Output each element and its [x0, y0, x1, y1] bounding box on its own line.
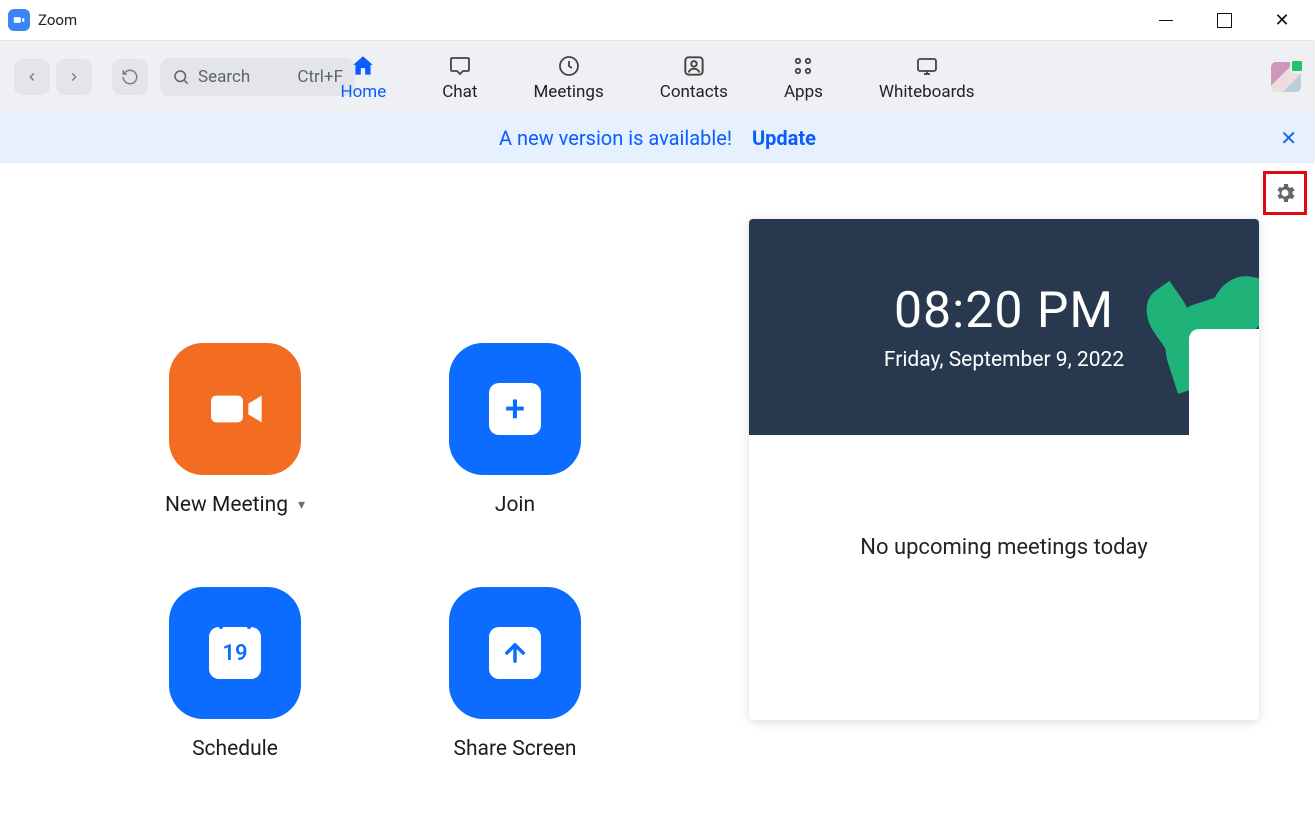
new-meeting-action: New Meeting ▾ — [150, 343, 320, 517]
join-label: Join — [495, 493, 535, 517]
tab-apps[interactable]: Apps — [784, 52, 823, 102]
clock-icon — [557, 52, 581, 80]
clock-time: 08:20 PM — [894, 282, 1114, 340]
search-icon — [172, 68, 190, 86]
right-panel: 08:20 PM Friday, September 9, 2022 No up… — [655, 163, 1315, 817]
tab-home[interactable]: Home — [340, 52, 386, 102]
home-icon — [350, 52, 376, 80]
contacts-icon — [681, 52, 707, 80]
schedule-action: 19 Schedule — [150, 587, 320, 761]
schedule-label: Schedule — [192, 737, 278, 761]
action-grid: New Meeting ▾ + Join 19 Schedule — [0, 163, 655, 817]
tab-chat[interactable]: Chat — [442, 52, 477, 102]
update-banner: A new version is available! Update ✕ — [0, 113, 1315, 163]
share-screen-action: Share Screen — [430, 587, 600, 761]
whiteboard-icon — [914, 52, 940, 80]
upload-arrow-icon — [489, 627, 541, 679]
banner-message: A new version is available! — [499, 126, 732, 150]
zoom-logo-icon — [8, 9, 30, 31]
title-bar: Zoom — [0, 0, 1315, 40]
tab-contacts[interactable]: Contacts — [660, 52, 728, 102]
window-controls — [1151, 10, 1307, 31]
maximize-button[interactable] — [1209, 10, 1239, 30]
plant-decoration — [1139, 265, 1259, 435]
new-meeting-button[interactable] — [169, 343, 301, 475]
nav-back-button[interactable] — [14, 59, 50, 95]
profile-avatar[interactable] — [1271, 62, 1301, 92]
video-icon — [203, 377, 267, 441]
history-button[interactable] — [112, 59, 148, 95]
nav-forward-button[interactable] — [56, 59, 92, 95]
nav-tabs: Home Chat Meetings Contacts Apps Whitebo… — [340, 41, 974, 113]
search-input[interactable]: Search Ctrl+F — [160, 58, 355, 96]
info-card: 08:20 PM Friday, September 9, 2022 No up… — [749, 219, 1259, 720]
banner-close-button[interactable]: ✕ — [1280, 126, 1297, 150]
tab-meetings[interactable]: Meetings — [533, 52, 603, 102]
chat-icon — [448, 52, 472, 80]
update-link[interactable]: Update — [752, 126, 816, 150]
schedule-button[interactable]: 19 — [169, 587, 301, 719]
share-screen-label: Share Screen — [454, 737, 577, 761]
search-placeholder: Search — [198, 67, 250, 87]
main-toolbar: Search Ctrl+F Home Chat Meetings Contact… — [0, 40, 1315, 113]
settings-button[interactable] — [1263, 171, 1307, 215]
search-shortcut: Ctrl+F — [297, 67, 343, 87]
apps-icon — [791, 52, 815, 80]
chevron-down-icon[interactable]: ▾ — [298, 497, 305, 513]
join-button[interactable]: + — [449, 343, 581, 475]
tab-whiteboards[interactable]: Whiteboards — [879, 52, 975, 102]
clock-date: Friday, September 9, 2022 — [884, 348, 1124, 372]
gear-icon — [1273, 181, 1297, 205]
clock-panel: 08:20 PM Friday, September 9, 2022 — [749, 219, 1259, 435]
join-action: + Join — [430, 343, 600, 517]
no-meetings-text: No upcoming meetings today — [749, 435, 1259, 720]
plus-icon: + — [489, 383, 541, 435]
close-button[interactable] — [1267, 10, 1297, 31]
calendar-icon: 19 — [209, 627, 261, 679]
minimize-button[interactable] — [1151, 10, 1181, 30]
new-meeting-label: New Meeting — [165, 493, 288, 517]
share-screen-button[interactable] — [449, 587, 581, 719]
window-title: Zoom — [38, 11, 77, 29]
main-content: New Meeting ▾ + Join 19 Schedule — [0, 163, 1315, 817]
